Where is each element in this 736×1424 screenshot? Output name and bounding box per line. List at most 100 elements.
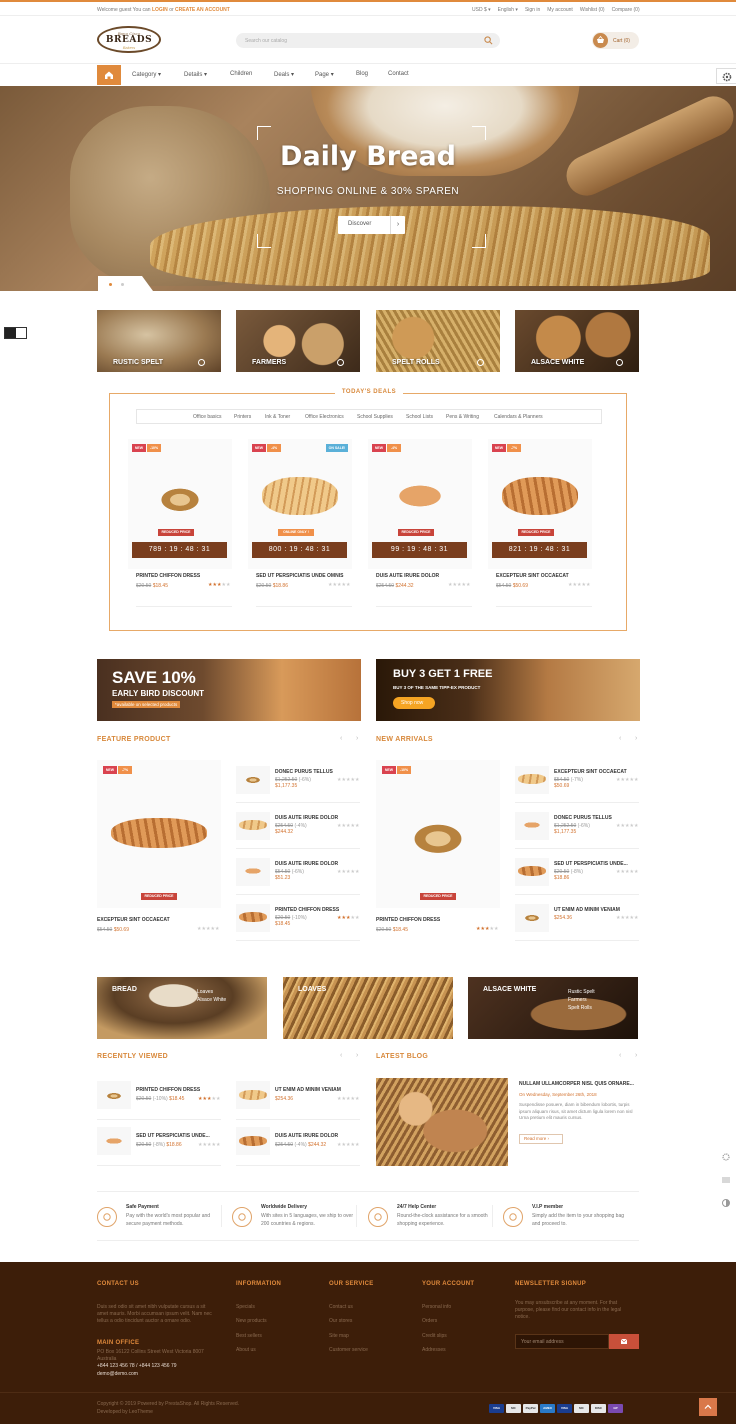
product-name[interactable]: DUIS AUTE IRURE DOLOR <box>376 573 439 579</box>
category-spelt-rolls[interactable]: SPELT ROLLS <box>376 310 500 372</box>
footer-link[interactable]: Credit slips <box>422 1333 447 1339</box>
product-image[interactable] <box>382 477 458 515</box>
tab-school-supplies[interactable]: School Supplies <box>357 414 393 420</box>
category-rustic-spelt[interactable]: RUSTIC SPELT <box>97 310 221 372</box>
subcat-link[interactable]: Spelt Rolls <box>568 1005 592 1011</box>
logo[interactable]: Bano Cisco BREADS Bakers <box>97 26 161 53</box>
read-more-button[interactable]: Read more › <box>519 1134 563 1144</box>
product-name[interactable]: SED UT PERSPICIATIS UNDE OMNIS <box>256 573 343 579</box>
category-alsace-white-2[interactable]: ALSACE WHITE Rustic Spelt Farmers Spelt … <box>468 977 638 1039</box>
product-image[interactable] <box>239 774 267 784</box>
category-bread[interactable]: BREAD Loaves Alsace White <box>97 977 267 1039</box>
product-image[interactable] <box>518 774 546 784</box>
subcat-link[interactable]: Farmers <box>568 997 587 1003</box>
category-alsace-white[interactable]: ALSACE WHITE <box>515 310 639 372</box>
footer-link[interactable]: Best sellers <box>236 1333 262 1339</box>
product-image[interactable] <box>518 820 546 830</box>
recent-next[interactable]: › <box>356 1052 358 1059</box>
footer-link[interactable]: Customer service <box>329 1347 368 1353</box>
product-name[interactable]: DUIS AUTE IRURE DOLOR <box>275 861 338 867</box>
product-name[interactable]: EXCEPTEUR SINT OCCAECAT <box>496 573 569 579</box>
product-image[interactable] <box>239 1136 267 1146</box>
deal-product-card[interactable]: NEW -7% REDUCED PRICE 821 : 19 : 48 : 31 <box>488 439 592 569</box>
cart-button[interactable]: Cart (0) <box>592 32 639 49</box>
footer-link[interactable]: Addresses <box>422 1347 446 1353</box>
tab-school-lists[interactable]: School Lists <box>406 414 433 420</box>
product-name[interactable]: UT ENIM AD MINIM VENIAM <box>275 1087 341 1093</box>
blog-prev[interactable]: ‹ <box>619 1052 621 1059</box>
tab-ink-toner[interactable]: Ink & Toner <box>265 414 290 420</box>
slider-dot[interactable] <box>109 283 112 286</box>
product-image[interactable] <box>262 477 338 515</box>
product-image[interactable] <box>518 866 546 876</box>
promo-banner-save[interactable]: SAVE 10% EARLY BIRD DISCOUNT *available … <box>97 659 361 721</box>
subcat-link[interactable]: Alsace White <box>197 997 226 1003</box>
search-icon[interactable] <box>484 36 493 45</box>
compare-link[interactable]: Compare (0) <box>612 7 640 13</box>
product-image[interactable] <box>502 477 578 515</box>
deal-product-card[interactable]: NEW -4% ON SALE! ONLINE ONLY ! 800 : 19 : 48… <box>248 439 352 569</box>
product-image[interactable] <box>390 810 486 858</box>
blog-post-title[interactable]: NULLAM ULLAMCORPER NISL QUIS ORNARE... <box>519 1081 634 1087</box>
footer-link[interactable]: Orders <box>422 1318 437 1324</box>
product-name[interactable]: SED UT PERSPICIATIS UNDE... <box>554 861 628 867</box>
footer-link[interactable]: Specials <box>236 1304 255 1310</box>
promo-banner-buy3[interactable]: BUY 3 GET 1 FREE BUY 3 OF THE SAME TIPP-… <box>376 659 640 721</box>
arrivals-prev[interactable]: ‹ <box>619 735 621 742</box>
contrast-icon[interactable] <box>721 1198 731 1208</box>
category-farmers[interactable]: FARMERS <box>236 310 360 372</box>
subcat-link[interactable]: Rustic Spelt <box>568 989 595 995</box>
feature-next[interactable]: › <box>356 735 358 742</box>
search-input[interactable]: Search our catalog <box>245 38 287 44</box>
search-box[interactable]: Search our catalog <box>236 33 500 48</box>
product-image[interactable] <box>142 477 218 515</box>
blog-image[interactable] <box>376 1078 508 1166</box>
footer-link[interactable]: Personal info <box>422 1304 451 1310</box>
deal-product-card[interactable]: NEW -4% REDUCED PRICE 99 : 19 : 48 : 31 <box>368 439 472 569</box>
product-image[interactable] <box>239 912 267 922</box>
tab-office-basics[interactable]: Office basics <box>193 414 222 420</box>
product-name[interactable]: DUIS AUTE IRURE DOLOR <box>275 1133 338 1139</box>
product-name[interactable]: EXCEPTEUR SINT OCCAECAT <box>97 917 170 923</box>
home-button[interactable] <box>97 65 121 85</box>
login-link[interactable]: LOGIN <box>152 7 168 13</box>
blog-next[interactable]: › <box>635 1052 637 1059</box>
currency-select[interactable]: USD $ ▾ <box>472 7 491 13</box>
product-image[interactable] <box>111 818 207 848</box>
product-image[interactable] <box>100 1136 128 1146</box>
tab-office-electronics[interactable]: Office Electronics <box>305 414 344 420</box>
sliders-icon[interactable] <box>721 1175 731 1185</box>
product-name[interactable]: DONEC PURUS TELLUS <box>275 769 333 775</box>
product-name[interactable]: UT ENIM AD MINIM VENIAM <box>554 907 620 913</box>
product-image[interactable] <box>239 820 267 830</box>
category-loaves[interactable]: LOAVES <box>283 977 453 1039</box>
product-name[interactable]: DONEC PURUS TELLUS <box>554 815 612 821</box>
product-image[interactable] <box>239 866 267 876</box>
product-image[interactable] <box>100 1090 128 1100</box>
feature-prev[interactable]: ‹ <box>340 735 342 742</box>
tab-calendars-planners[interactable]: Calendars & Planners <box>494 414 543 420</box>
product-name[interactable]: PRINTED CHIFFON DRESS <box>136 573 200 579</box>
nav-contact[interactable]: Contact <box>388 71 409 77</box>
create-account-link[interactable]: CREATE AN ACCOUNT <box>175 7 230 13</box>
product-image[interactable] <box>239 1090 267 1100</box>
language-select[interactable]: English ▾ <box>498 7 518 13</box>
footer-link[interactable]: Site map <box>329 1333 349 1339</box>
footer-link[interactable]: About us <box>236 1347 256 1353</box>
footer-email[interactable]: demo@demo.com <box>97 1371 138 1377</box>
product-name[interactable]: PRINTED CHIFFON DRESS <box>136 1087 200 1093</box>
feature-main-product[interactable]: NEW -7% REDUCED PRICE <box>97 760 221 908</box>
product-name[interactable]: PRINTED CHIFFON DRESS <box>376 917 440 923</box>
back-to-top-button[interactable] <box>699 1398 717 1416</box>
arrivals-main-product[interactable]: NEW -10% REDUCED PRICE <box>376 760 500 908</box>
my-account-link[interactable]: My account <box>547 7 573 13</box>
footer-link[interactable]: Our stores <box>329 1318 352 1324</box>
settings-tool[interactable] <box>716 68 736 84</box>
nav-blog[interactable]: Blog <box>356 71 368 77</box>
nav-deals[interactable]: Deals ▾ <box>274 71 294 78</box>
signin-link[interactable]: Sign in <box>525 7 540 13</box>
product-name[interactable]: DUIS AUTE IRURE DOLOR <box>275 815 338 821</box>
theme-switch[interactable] <box>4 327 27 339</box>
subcat-link[interactable]: Loaves <box>197 989 213 995</box>
gear-icon[interactable] <box>721 1152 731 1162</box>
